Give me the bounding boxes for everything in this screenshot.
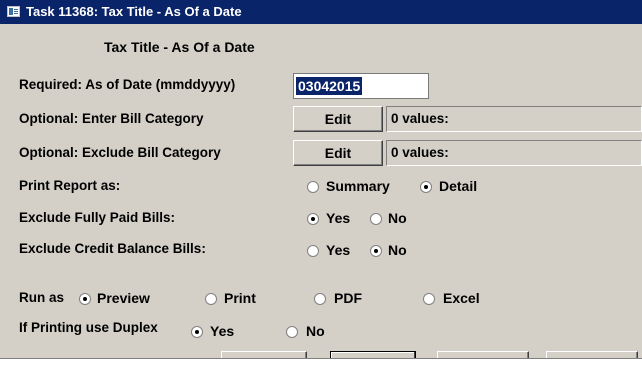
exclude-bill-category-edit-button[interactable]: Edit [293, 140, 383, 166]
run-as-excel-label[interactable]: Excel [443, 290, 480, 306]
as-of-date-value: 03042015 [296, 77, 363, 95]
exclude-fully-paid-no-label[interactable]: No [388, 210, 407, 226]
exclude-fully-paid-yes-radio[interactable] [307, 213, 319, 225]
ok-button[interactable]: OK [330, 351, 416, 358]
print-report-summary-radio[interactable] [307, 181, 319, 193]
exclude-fully-paid-no-radio[interactable] [370, 213, 382, 225]
as-of-date-label: Required: As of Date (mmddyyyy) [19, 77, 236, 92]
run-as-print-label[interactable]: Print [224, 290, 256, 306]
enter-bill-category-label: Optional: Enter Bill Category [19, 111, 204, 126]
enter-bill-category-values[interactable]: 0 values: [386, 106, 642, 132]
window-icon[interactable] [7, 6, 20, 17]
duplex-label: If Printing use Duplex [19, 320, 158, 335]
clear-all-button[interactable]: Clear All [546, 351, 638, 358]
exclude-fully-paid-yes-label[interactable]: Yes [326, 210, 350, 226]
exclude-credit-balance-no-label[interactable]: No [388, 242, 407, 258]
exclude-credit-balance-label: Exclude Credit Balance Bills: [19, 241, 206, 256]
cancel-button[interactable]: Cancel [437, 351, 529, 358]
print-report-detail-label[interactable]: Detail [439, 178, 477, 194]
exclude-credit-balance-yes-radio[interactable] [307, 245, 319, 257]
duplex-yes-label[interactable]: Yes [210, 323, 234, 339]
duplex-no-radio[interactable] [286, 326, 298, 338]
window-title: Task 11368: Tax Title - As Of a Date [26, 4, 242, 19]
exclude-fully-paid-label: Exclude Fully Paid Bills: [19, 210, 176, 225]
exclude-bill-category-values[interactable]: 0 values: [386, 140, 642, 166]
tax-title-dialog: Task 11368: Tax Title - As Of a Date Tax… [0, 0, 642, 359]
run-as-pdf-radio[interactable] [314, 293, 326, 305]
run-as-print-radio[interactable] [205, 293, 217, 305]
run-as-label: Run as [19, 290, 65, 305]
run-as-preview-label[interactable]: Preview [97, 290, 150, 306]
run-as-pdf-label[interactable]: PDF [334, 290, 362, 306]
exclude-bill-category-label: Optional: Exclude Bill Category [19, 145, 221, 160]
exclude-credit-balance-no-radio[interactable] [370, 245, 382, 257]
print-report-detail-radio[interactable] [420, 181, 432, 193]
lookup-button[interactable]: Lookup [221, 351, 307, 358]
enter-bill-category-edit-button[interactable]: Edit [293, 106, 383, 132]
print-report-as-label: Print Report as: [19, 178, 121, 193]
duplex-yes-radio[interactable] [191, 326, 203, 338]
run-as-excel-radio[interactable] [423, 293, 435, 305]
run-as-preview-radio[interactable] [79, 293, 91, 305]
as-of-date-input[interactable]: 03042015 [293, 73, 429, 99]
duplex-no-label[interactable]: No [306, 323, 325, 339]
exclude-credit-balance-yes-label[interactable]: Yes [326, 242, 350, 258]
print-report-summary-label[interactable]: Summary [326, 178, 390, 194]
title-bar[interactable]: Task 11368: Tax Title - As Of a Date [0, 0, 642, 24]
dialog-heading: Tax Title - As Of a Date [104, 39, 255, 55]
